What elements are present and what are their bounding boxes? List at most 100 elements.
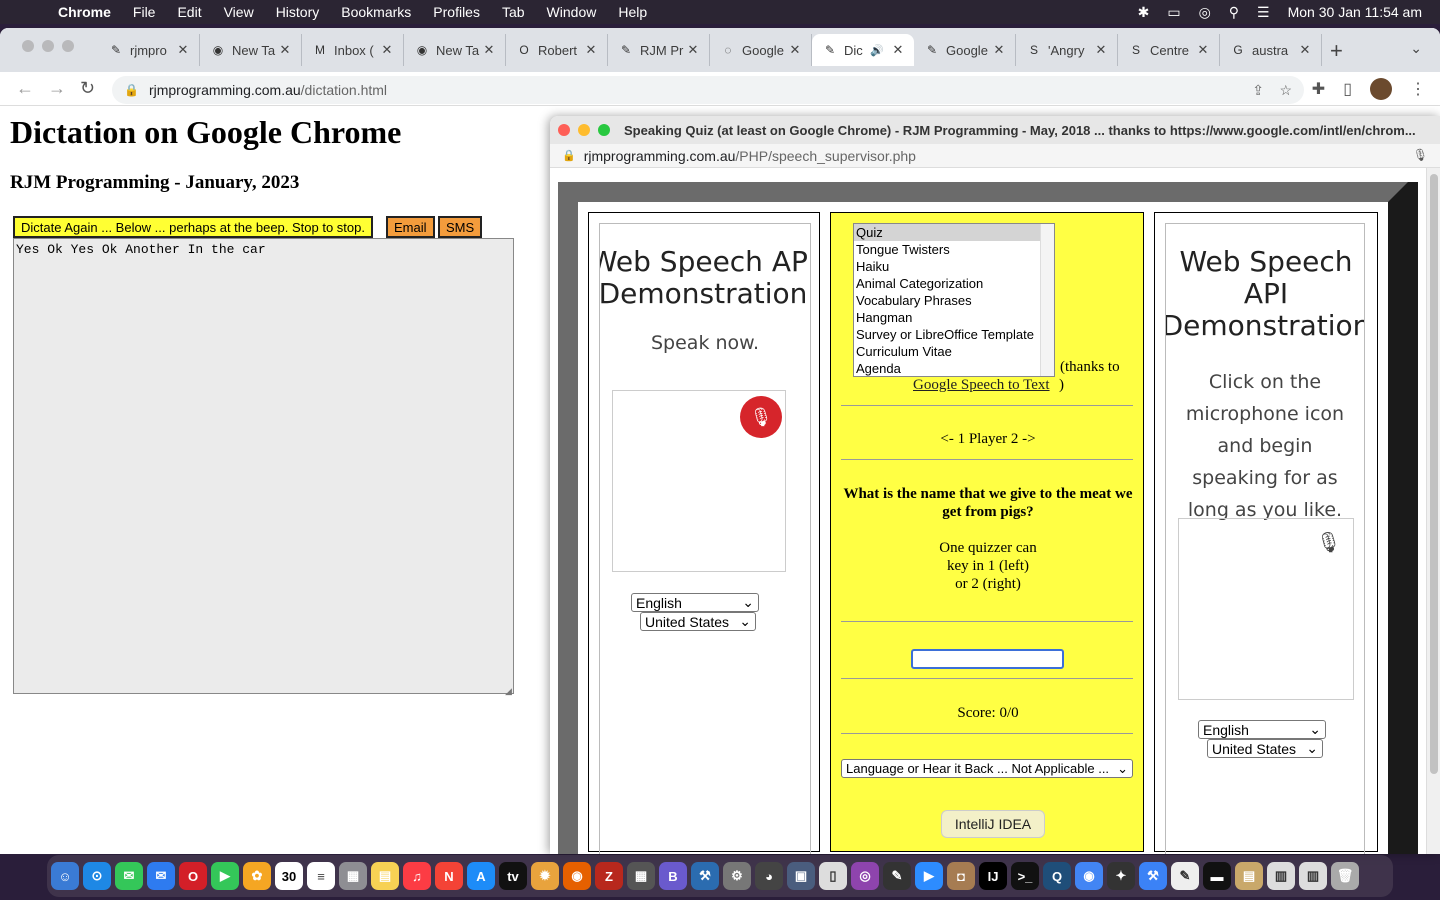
xcode-icon[interactable]: ⚒: [691, 862, 719, 890]
address-bar[interactable]: 🔒 rjmprogramming.com.au/dictation.html ⇪…: [112, 76, 1304, 104]
menu-file[interactable]: File: [133, 4, 156, 20]
list-item[interactable]: Animal Categorization: [854, 275, 1054, 292]
popup-zoom-button[interactable]: [598, 124, 610, 136]
microphone-icon[interactable]: 🎙: [1316, 530, 1341, 555]
hear-it-back-select[interactable]: Language or Hear it Back ... Not Applica…: [841, 759, 1133, 778]
close-icon[interactable]: ✕: [787, 42, 803, 58]
close-icon[interactable]: ✕: [890, 42, 906, 58]
mail-icon[interactable]: ✉: [147, 862, 175, 890]
quiz-type-listbox[interactable]: Quiz Tongue Twisters Haiku Animal Catego…: [853, 223, 1055, 377]
xcode-alt-icon[interactable]: ⚒: [1139, 862, 1167, 890]
list-item[interactable]: Tongue Twisters: [854, 241, 1054, 258]
speaker-icon[interactable]: 🔊: [870, 44, 884, 57]
firefox-icon[interactable]: ◉: [563, 862, 591, 890]
right-dialect-select[interactable]: United States ⌄: [1207, 739, 1323, 758]
calculator-icon[interactable]: ▦: [627, 862, 655, 890]
tab-4[interactable]: O Robert ✕: [506, 34, 608, 66]
zoom-window-button[interactable]: [62, 40, 74, 52]
popup-minimize-button[interactable]: [578, 124, 590, 136]
bookmark-star-icon[interactable]: ☆: [1279, 82, 1292, 99]
extensions-icon[interactable]: ✚: [1312, 79, 1325, 99]
list-item[interactable]: Quiz: [854, 224, 1054, 241]
close-icon[interactable]: ✕: [481, 42, 497, 58]
right-language-select[interactable]: English ⌄: [1198, 720, 1326, 739]
microphone-icon[interactable]: 🎙: [740, 396, 782, 438]
profile-avatar[interactable]: [1370, 78, 1392, 100]
side-panel-icon[interactable]: ▯: [1343, 79, 1352, 99]
notes-icon[interactable]: ▤: [371, 862, 399, 890]
tab-6[interactable]: ◌ Google ✕: [710, 34, 812, 66]
popup-scrollbar[interactable]: [1426, 168, 1440, 854]
screen-mirror-icon[interactable]: ◎: [1199, 4, 1211, 21]
spotlight-search-icon[interactable]: ⚲: [1229, 4, 1239, 21]
resize-handle-icon[interactable]: ◢: [505, 686, 512, 697]
more-menu-icon[interactable]: ⋮: [1410, 79, 1426, 99]
tab-11[interactable]: Gaustra ✕: [1220, 34, 1322, 66]
downloads-folder-icon[interactable]: ▤: [1235, 862, 1263, 890]
menu-tab[interactable]: Tab: [502, 4, 525, 20]
battery-icon[interactable]: ▭: [1167, 4, 1180, 21]
finder-icon[interactable]: ☺: [51, 862, 79, 890]
trash-icon[interactable]: 🗑: [1331, 862, 1359, 890]
microphone-indicator-icon[interactable]: 🎙: [1413, 148, 1428, 162]
new-tab-button[interactable]: +: [1330, 38, 1343, 64]
document-stack-icon[interactable]: ▥: [1267, 862, 1295, 890]
archive-icon[interactable]: ◘: [947, 862, 975, 890]
close-icon[interactable]: ✕: [277, 42, 293, 58]
answer-input[interactable]: [911, 649, 1064, 669]
email-button[interactable]: Email: [386, 216, 435, 238]
podcasts-icon[interactable]: ◎: [851, 862, 879, 890]
inkscape-alt-icon[interactable]: ✦: [1107, 862, 1135, 890]
menu-app-name[interactable]: Chrome: [58, 4, 111, 20]
close-icon[interactable]: ✕: [379, 42, 395, 58]
messages-icon[interactable]: ✉: [115, 862, 143, 890]
tab-8[interactable]: ✎ Google ✕: [914, 34, 1016, 66]
app-store-icon[interactable]: A: [467, 862, 495, 890]
dictate-again-button[interactable]: Dictate Again ... Below ... perhaps at t…: [13, 216, 373, 238]
inkscape-icon[interactable]: ✎: [883, 862, 911, 890]
close-icon[interactable]: ✕: [685, 42, 701, 58]
tab-10[interactable]: S Centre ✕: [1118, 34, 1220, 66]
preview-icon[interactable]: ▣: [787, 862, 815, 890]
reminders-icon[interactable]: ≡: [307, 862, 335, 890]
control-center-icon[interactable]: ☰: [1257, 4, 1270, 21]
tab-0[interactable]: ✎ rjmpro ✕: [98, 34, 200, 66]
menu-history[interactable]: History: [276, 4, 320, 20]
facetime-icon[interactable]: ▶: [211, 862, 239, 890]
close-icon[interactable]: ✕: [1195, 42, 1211, 58]
opera-icon[interactable]: O: [179, 862, 207, 890]
chevron-down-icon[interactable]: ⌄: [1410, 40, 1422, 57]
scrollbar-thumb[interactable]: [1430, 174, 1438, 774]
left-language-select[interactable]: English ⌄: [631, 593, 759, 612]
system-preferences-icon[interactable]: ⚙: [723, 862, 751, 890]
calendar-icon[interactable]: 30: [275, 862, 303, 890]
launchpad-icon[interactable]: ▦: [339, 862, 367, 890]
close-icon[interactable]: ✕: [1297, 42, 1313, 58]
news-icon[interactable]: N: [435, 862, 463, 890]
close-icon[interactable]: ✕: [175, 42, 191, 58]
reload-icon[interactable]: ↻: [80, 78, 95, 99]
list-item[interactable]: Vocabulary Phrases: [854, 292, 1054, 309]
tab-7[interactable]: ✎ Dic 🔊 ✕: [812, 34, 914, 66]
close-icon[interactable]: ✕: [991, 42, 1007, 58]
share-icon[interactable]: ⇪: [1252, 82, 1264, 99]
zoom-icon[interactable]: ▶: [915, 862, 943, 890]
close-icon[interactable]: ✕: [583, 42, 599, 58]
menu-window[interactable]: Window: [547, 4, 597, 20]
filezilla-icon[interactable]: Z: [595, 862, 623, 890]
menu-edit[interactable]: Edit: [177, 4, 201, 20]
bluetooth-icon[interactable]: ✱: [1138, 4, 1150, 21]
tab-9[interactable]: S 'Angry ✕: [1016, 34, 1118, 66]
document-icon[interactable]: ▯: [819, 862, 847, 890]
terminal-alt-icon[interactable]: ▬: [1203, 862, 1231, 890]
mosaic-app-icon[interactable]: ✹: [531, 862, 559, 890]
script-editor-icon[interactable]: ✎: [1171, 862, 1199, 890]
menu-profiles[interactable]: Profiles: [433, 4, 480, 20]
intellij-idea-icon[interactable]: IJ: [979, 862, 1007, 890]
left-dialect-select[interactable]: United States ⌄: [640, 612, 756, 631]
photos-icon[interactable]: ✿: [243, 862, 271, 890]
tab-3[interactable]: ◉ New Ta ✕: [404, 34, 506, 66]
back-arrow-icon[interactable]: ←: [16, 78, 34, 99]
forward-arrow-icon[interactable]: →: [48, 78, 66, 99]
dictation-textarea[interactable]: Yes Ok Yes Ok Another In the car: [13, 238, 514, 694]
